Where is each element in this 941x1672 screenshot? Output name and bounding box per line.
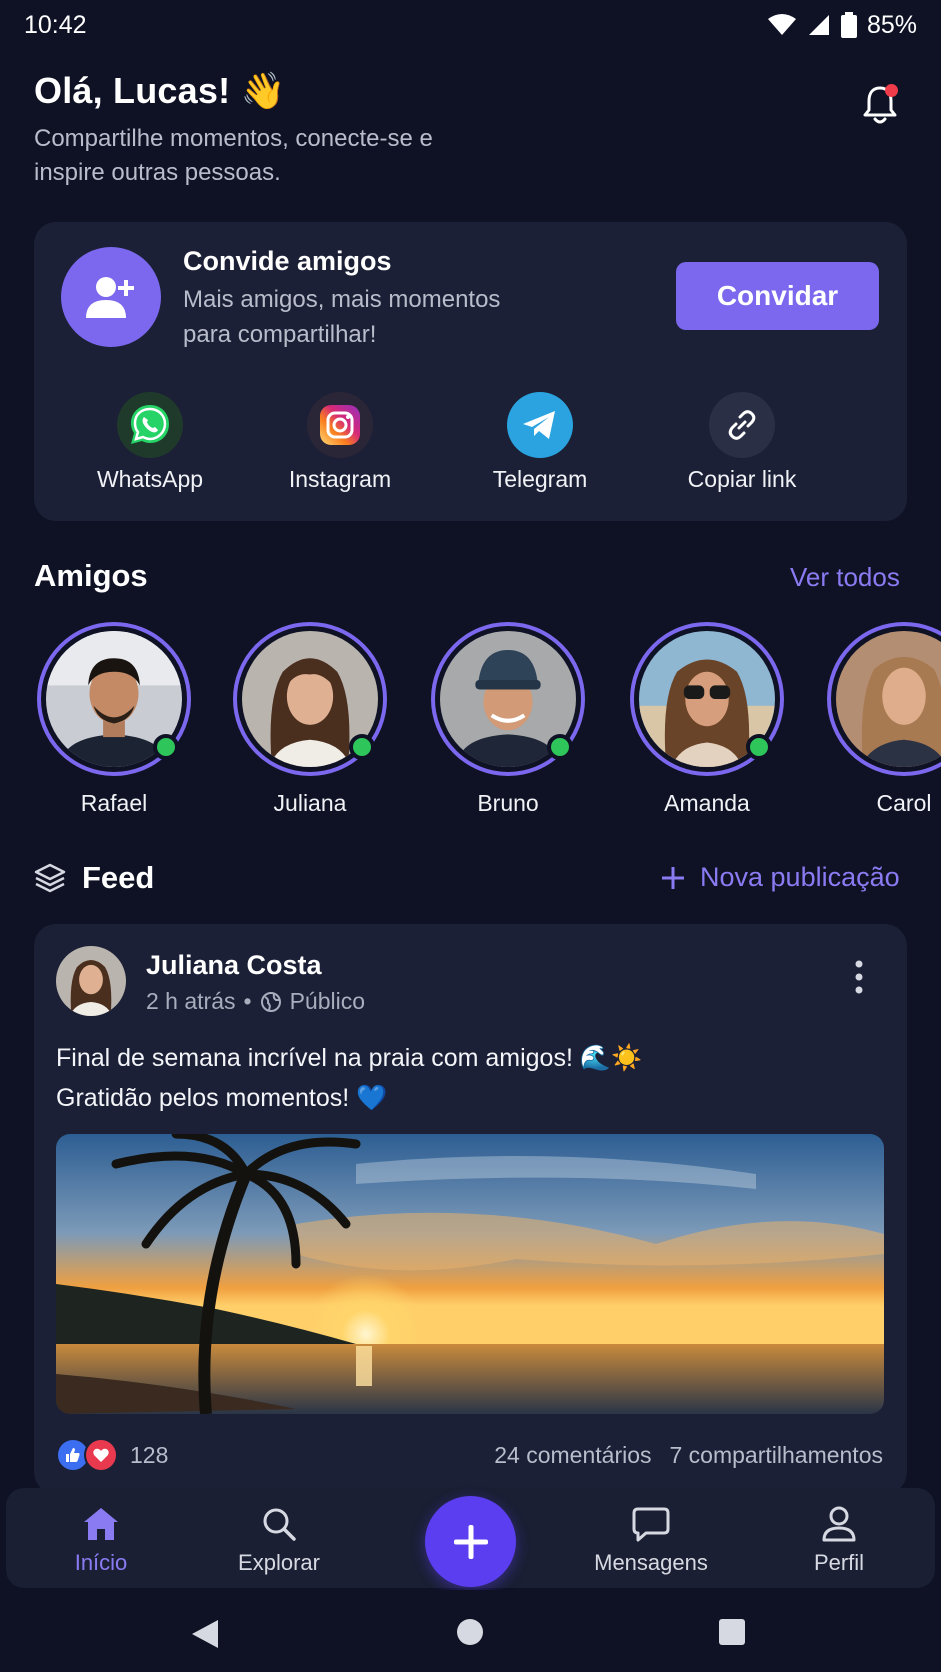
new-post-label: Nova publicação <box>700 862 900 892</box>
add-friend-avatar <box>61 247 161 347</box>
friend-avatar-ring <box>37 622 191 776</box>
friend-item[interactable]: Juliana <box>230 622 390 817</box>
nav-label: Explorar <box>238 1550 320 1575</box>
post-meta: 2 h atrás • Público <box>146 988 365 1015</box>
see-all-friends-link[interactable]: Ver todos <box>790 562 900 593</box>
search-icon <box>194 1504 364 1544</box>
share-whatsapp[interactable]: WhatsApp <box>65 392 235 493</box>
status-icons: 85% <box>767 11 917 40</box>
create-post-button[interactable] <box>425 1496 516 1587</box>
greeting-section: Olá, Lucas! 👋 Compartilhe momentos, cone… <box>34 70 474 190</box>
share-label: Telegram <box>492 466 588 492</box>
nav-messages[interactable]: Mensagens <box>566 1504 736 1576</box>
post-card: Juliana Costa 2 h atrás • Público Final … <box>34 924 907 1494</box>
nav-label: Perfil <box>813 1550 865 1575</box>
friend-name: Juliana <box>273 790 347 816</box>
greeting-subtitle: Compartilhe momentos, conecte-se e inspi… <box>34 125 433 186</box>
comments-count[interactable]: 24 comentários <box>494 1442 651 1469</box>
friend-avatar-ring <box>630 622 784 776</box>
invite-title: Convide amigos <box>183 246 392 276</box>
reactions[interactable]: 128 <box>56 1438 168 1472</box>
profile-icon <box>754 1504 924 1544</box>
link-icon <box>709 392 775 458</box>
wifi-icon <box>767 14 796 35</box>
share-instagram[interactable]: Instagram <box>255 392 425 493</box>
add-user-icon <box>86 277 134 318</box>
signal-icon <box>808 15 829 35</box>
status-bar: 10:42 85% <box>0 0 941 50</box>
post-time: 2 h atrás <box>146 988 236 1014</box>
friend-item[interactable]: Amanda <box>627 622 787 817</box>
feed-header: Feed <box>34 860 154 896</box>
friend-item[interactable]: Bruno <box>428 622 588 817</box>
share-label: Instagram <box>288 466 392 492</box>
battery-percent: 85% <box>866 10 917 39</box>
reactions-count: 128 <box>130 1441 169 1468</box>
invite-card: Convide amigos Mais amigos, mais momento… <box>34 222 907 521</box>
nav-label: Início <box>74 1550 128 1575</box>
meta-separator: • <box>243 988 252 1014</box>
system-navigation <box>0 1590 941 1672</box>
share-label: Copiar link <box>687 466 797 492</box>
feed-title: Feed <box>82 860 155 895</box>
nav-profile[interactable]: Perfil <box>754 1504 924 1576</box>
post-text: Final de semana incrível na praia com am… <box>56 1038 856 1118</box>
online-indicator <box>349 734 375 760</box>
share-telegram[interactable]: Telegram <box>455 392 625 493</box>
post-visibility: Público <box>289 988 365 1014</box>
post-text-line: Gratidão pelos momentos! 💙 <box>56 1084 388 1112</box>
share-copy-link[interactable]: Copiar link <box>657 392 827 493</box>
friend-name: Bruno <box>477 790 539 816</box>
friend-avatar-ring <box>233 622 387 776</box>
whatsapp-icon <box>117 392 183 458</box>
online-indicator <box>547 734 573 760</box>
plus-icon <box>662 866 684 889</box>
post-image[interactable] <box>56 1134 884 1414</box>
globe-icon <box>260 991 281 1012</box>
notification-badge <box>885 84 898 97</box>
nav-explore[interactable]: Explorar <box>194 1504 364 1576</box>
friend-name: Carol <box>876 790 932 816</box>
notifications-button[interactable] <box>860 84 900 126</box>
friend-item[interactable]: Rafael <box>34 622 194 817</box>
heart-icon <box>84 1438 118 1472</box>
friend-avatar-ring <box>827 622 941 776</box>
more-options-icon[interactable] <box>854 960 864 994</box>
nav-home[interactable]: Início <box>16 1504 186 1576</box>
back-icon[interactable] <box>190 1618 220 1650</box>
battery-icon <box>840 12 857 38</box>
share-label: WhatsApp <box>96 466 204 492</box>
status-time: 10:42 <box>24 10 87 39</box>
nav-label: Mensagens <box>594 1550 708 1575</box>
online-indicator <box>746 734 772 760</box>
friend-item[interactable]: Carol <box>824 622 941 817</box>
post-text-line: Final de semana incrível na praia com am… <box>56 1044 643 1072</box>
new-post-button[interactable]: Nova publicação <box>660 862 900 893</box>
online-indicator <box>153 734 179 760</box>
home-button-icon[interactable] <box>456 1618 484 1646</box>
avatar <box>836 631 941 767</box>
post-author[interactable]: Juliana Costa <box>146 950 322 981</box>
invite-subtitle: Mais amigos, mais momentos para comparti… <box>183 286 501 348</box>
friend-name: Amanda <box>664 790 750 816</box>
telegram-icon <box>507 392 573 458</box>
invite-button[interactable]: Convidar <box>676 262 879 330</box>
friends-title: Amigos <box>34 558 148 593</box>
post-stats: 24 comentários 7 compartilhamentos <box>494 1442 883 1469</box>
friend-avatar-ring <box>431 622 585 776</box>
instagram-icon <box>307 392 373 458</box>
recents-icon[interactable] <box>718 1618 746 1646</box>
plus-icon <box>453 1524 488 1559</box>
avatar[interactable] <box>56 946 126 1016</box>
chat-icon <box>566 1504 736 1544</box>
greeting-title: Olá, Lucas! 👋 <box>34 70 286 111</box>
shares-count[interactable]: 7 compartilhamentos <box>670 1442 884 1469</box>
layers-icon <box>34 863 66 893</box>
home-icon <box>16 1504 186 1544</box>
friends-list: Rafael Juliana Bruno Amanda Carol <box>0 622 941 822</box>
friend-name: Rafael <box>80 790 148 816</box>
